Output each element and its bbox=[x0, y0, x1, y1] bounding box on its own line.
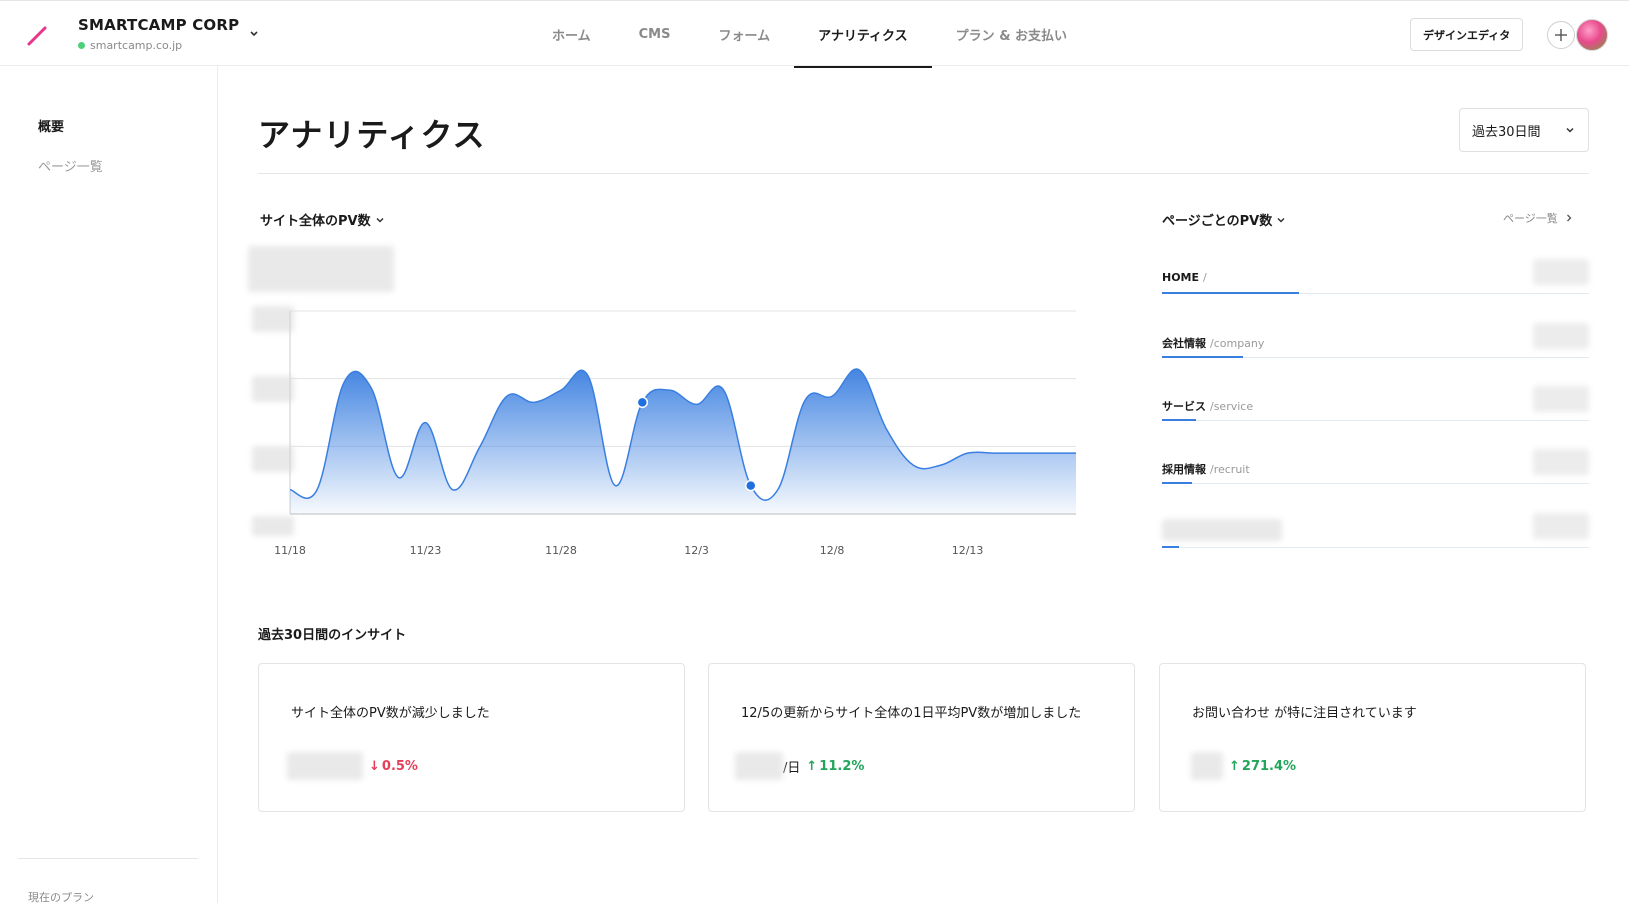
page-share-bar bbox=[1162, 546, 1180, 548]
page-pv-value-redacted bbox=[1533, 513, 1589, 539]
insight-unit: /日 bbox=[783, 760, 801, 776]
page-share-bar bbox=[1162, 482, 1192, 484]
page-share-bar bbox=[1162, 419, 1197, 421]
insight-card[interactable]: 12/5の更新からサイト全体の1日平均PV数が増加しました/日 ↑ 11.2% bbox=[708, 663, 1135, 812]
nav-form[interactable]: フォーム bbox=[694, 1, 794, 67]
workspace-domain: smartcamp.co.jp bbox=[78, 39, 182, 52]
site-pv-dropdown[interactable]: サイト全体のPV数 bbox=[260, 210, 386, 229]
add-button[interactable] bbox=[1547, 21, 1575, 49]
page-name-redacted bbox=[1162, 519, 1282, 541]
total-pv-value-redacted bbox=[248, 246, 394, 292]
page-name: サービス bbox=[1162, 400, 1206, 413]
page-pv-value-redacted bbox=[1533, 259, 1589, 285]
page-list-link-label: ページ一覧 bbox=[1503, 212, 1558, 225]
main-nav: ホーム CMS フォーム アナリティクス プラン & お支払い bbox=[528, 1, 1091, 68]
nav-cms-label: CMS bbox=[638, 26, 671, 42]
x-tick-label: 12/8 bbox=[819, 544, 845, 557]
data-point-12-1[interactable] bbox=[636, 396, 649, 409]
insight-value-redacted bbox=[1191, 752, 1223, 780]
period-select[interactable]: 過去30日間 bbox=[1459, 108, 1589, 152]
insight-value-redacted bbox=[735, 752, 783, 780]
page-pv-value-redacted bbox=[1533, 323, 1589, 349]
pv-area-chart bbox=[289, 310, 1077, 515]
chevron-down-icon bbox=[376, 217, 384, 223]
insight-card[interactable]: お問い合わせ が特に注目されています ↑ 271.4% bbox=[1159, 663, 1586, 812]
insights-title: 過去30日間のインサイト bbox=[258, 628, 407, 643]
avatar[interactable] bbox=[1576, 19, 1608, 51]
page-path: /service bbox=[1210, 400, 1254, 413]
chevron-right-icon bbox=[1566, 214, 1572, 222]
chevron-down-icon bbox=[1277, 217, 1285, 223]
nav-plan-billing-label: プラン & お支払い bbox=[955, 28, 1068, 44]
domain-label: smartcamp.co.jp bbox=[90, 39, 183, 52]
design-editor-button[interactable]: デザインエディタ bbox=[1410, 18, 1524, 51]
insight-change: 0.5% bbox=[381, 758, 418, 774]
page-share-track bbox=[1162, 420, 1589, 421]
page-pv-dropdown[interactable]: ページごとのPV数 bbox=[1162, 210, 1287, 229]
page-title: アナリティクス bbox=[258, 116, 486, 154]
page-pv-value-redacted bbox=[1533, 449, 1589, 475]
insight-metric: ↓ 0.5% bbox=[287, 752, 418, 780]
logo-icon[interactable] bbox=[26, 25, 48, 47]
page-list-link[interactable]: ページ一覧 bbox=[1503, 210, 1574, 226]
page-name: 会社情報 bbox=[1162, 337, 1206, 350]
sidebar-item-page-list[interactable]: ページ一覧 bbox=[38, 156, 103, 175]
nav-plan-billing[interactable]: プラン & お支払い bbox=[932, 1, 1091, 67]
site-pv-title: サイト全体のPV数 bbox=[260, 214, 371, 229]
x-tick-label: 11/23 bbox=[409, 544, 442, 557]
x-tick-label: 11/28 bbox=[545, 544, 577, 557]
page-row-label bbox=[1162, 519, 1282, 541]
page-path: /recruit bbox=[1210, 463, 1250, 476]
page-share-track bbox=[1162, 547, 1589, 548]
nav-analytics[interactable]: アナリティクス bbox=[794, 1, 932, 68]
chevron-down-icon[interactable] bbox=[247, 27, 261, 41]
page-name: HOME bbox=[1162, 271, 1200, 284]
insight-message: 12/5の更新からサイト全体の1日平均PV数が増加しました bbox=[741, 706, 1082, 721]
nav-home[interactable]: ホーム bbox=[528, 1, 615, 67]
arrow-up-icon: ↑ bbox=[1229, 758, 1240, 774]
current-plan-label: 現在のプラン bbox=[28, 891, 94, 903]
nav-form-label: フォーム bbox=[718, 28, 771, 44]
page-path: /company bbox=[1210, 337, 1265, 350]
nav-cms[interactable]: CMS bbox=[615, 1, 695, 67]
arrow-down-icon: ↓ bbox=[369, 758, 380, 774]
pv-area bbox=[290, 369, 1076, 514]
status-dot bbox=[78, 42, 85, 49]
x-tick-label: 11/18 bbox=[274, 544, 306, 557]
title-divider bbox=[258, 173, 1589, 174]
page-name: 採用情報 bbox=[1162, 463, 1206, 476]
plus-icon bbox=[1555, 29, 1567, 41]
insight-message: お問い合わせ が特に注目されています bbox=[1192, 706, 1417, 721]
page-row-label: 採用情報/recruit bbox=[1162, 461, 1250, 477]
page-pv-title: ページごとのPV数 bbox=[1162, 214, 1273, 229]
insight-metric: ↑ 271.4% bbox=[1191, 752, 1296, 780]
page-path: / bbox=[1203, 271, 1207, 284]
page-share-track bbox=[1162, 483, 1589, 484]
chevron-down-icon bbox=[1566, 127, 1574, 133]
insight-change: 11.2% bbox=[819, 758, 865, 774]
sidebar-divider bbox=[18, 858, 198, 859]
page-share-bar bbox=[1162, 356, 1244, 358]
period-select-value: 過去30日間 bbox=[1472, 124, 1541, 140]
page-row-label: HOME / bbox=[1162, 271, 1207, 284]
insight-card[interactable]: サイト全体のPV数が減少しました ↓ 0.5% bbox=[258, 663, 685, 812]
insight-change: 271.4% bbox=[1241, 758, 1297, 774]
insight-message: サイト全体のPV数が減少しました bbox=[291, 706, 490, 721]
arrow-up-icon: ↑ bbox=[806, 758, 818, 774]
top-bar: SMARTCAMP CORP smartcamp.co.jp ホーム CMS フ… bbox=[0, 0, 1629, 68]
page-row-label: 会社情報/company bbox=[1162, 335, 1264, 351]
insight-metric: /日 ↑ 11.2% bbox=[735, 752, 864, 780]
page-share-bar bbox=[1162, 292, 1299, 294]
sidebar: 概要 ページ一覧 現在のプラン bbox=[0, 66, 218, 903]
nav-home-label: ホーム bbox=[552, 28, 591, 44]
sidebar-item-overview[interactable]: 概要 bbox=[38, 116, 64, 135]
page-pv-value-redacted bbox=[1533, 386, 1589, 412]
nav-analytics-label: アナリティクス bbox=[818, 28, 908, 44]
workspace-name[interactable]: SMARTCAMP CORP bbox=[78, 16, 239, 34]
insight-value-redacted bbox=[287, 752, 363, 780]
page-row-label: サービス/service bbox=[1162, 398, 1253, 414]
x-tick-label: 12/3 bbox=[684, 544, 709, 557]
x-tick-label: 12/13 bbox=[951, 544, 984, 557]
data-point-12-5[interactable] bbox=[745, 479, 757, 492]
